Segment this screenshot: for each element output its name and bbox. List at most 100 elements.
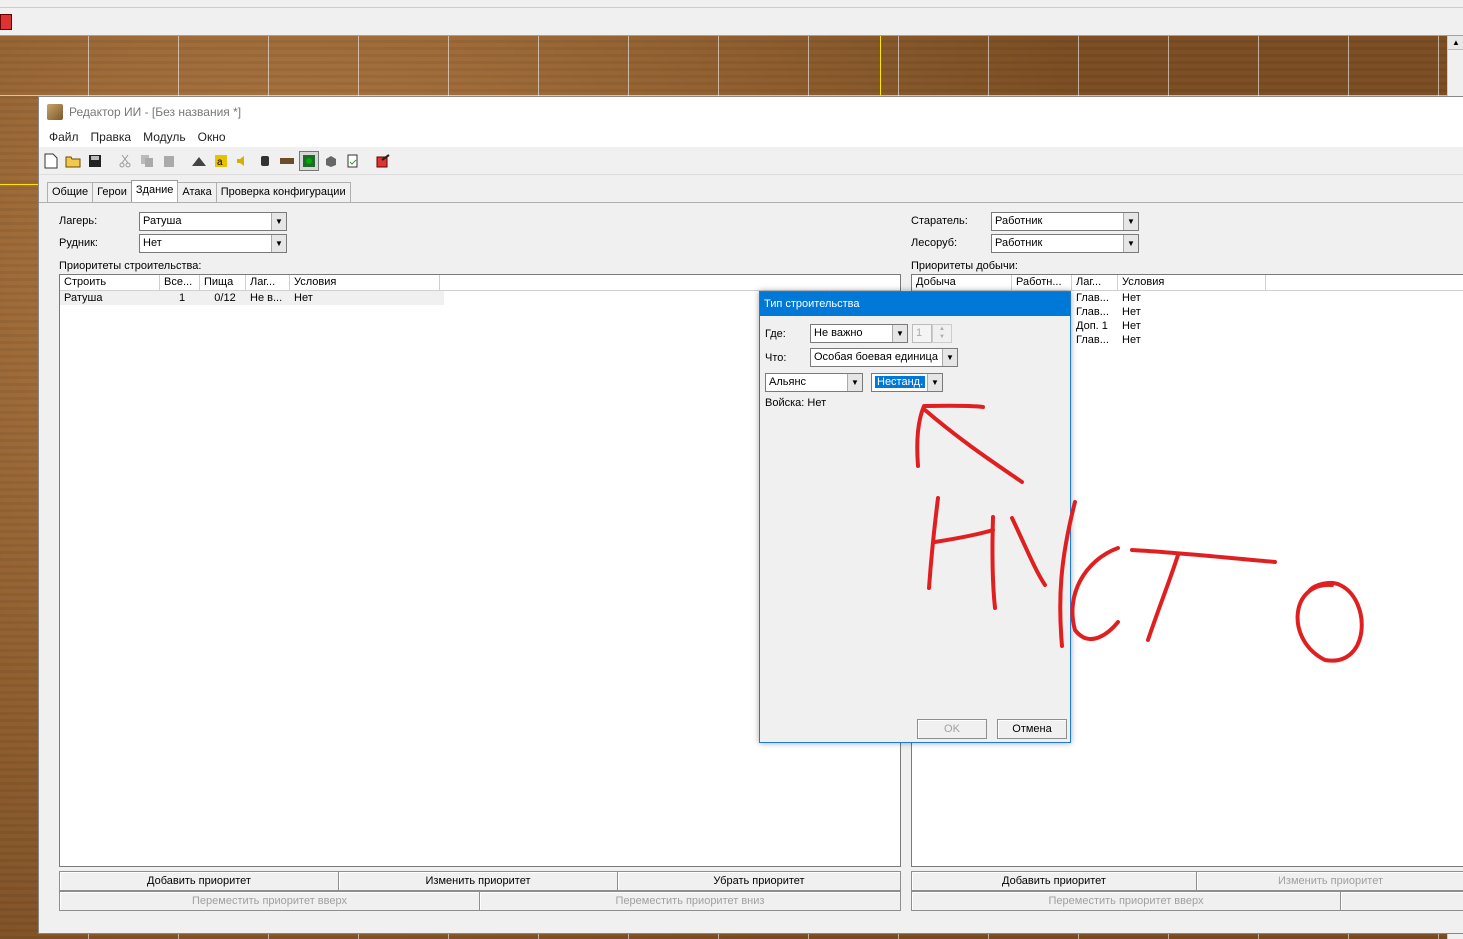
page-check-icon[interactable]	[343, 151, 363, 171]
app-icon	[47, 104, 63, 120]
mine-label: Рудник:	[59, 237, 98, 249]
map-yellow-line	[880, 36, 881, 96]
menu-window[interactable]: Окно	[192, 130, 232, 144]
paste-icon[interactable]	[159, 151, 179, 171]
unit-type-select[interactable]: Нестанд. ▼	[871, 373, 943, 392]
chevron-down-icon[interactable]: ▼	[1123, 213, 1138, 230]
cell-total: 1	[178, 292, 186, 304]
scroll-icon[interactable]	[277, 151, 297, 171]
chevron-down-icon[interactable]: ▼	[271, 213, 286, 230]
mine-select[interactable]: Нет ▼	[139, 234, 287, 253]
camp-select[interactable]: Ратуша ▼	[139, 212, 287, 231]
open-folder-icon[interactable]	[63, 151, 83, 171]
chevron-down-icon[interactable]: ▼	[271, 235, 286, 252]
new-file-icon[interactable]	[41, 151, 61, 171]
spin-value[interactable]: 1	[912, 324, 932, 343]
column-header[interactable]: Лаг...	[246, 275, 290, 290]
tab-config-check[interactable]: Проверка конфигурации	[215, 182, 351, 202]
chevron-down-icon[interactable]: ▼	[1123, 235, 1138, 252]
spin-down-icon[interactable]: ▼	[933, 333, 951, 341]
tab-heroes[interactable]: Герои	[92, 182, 132, 202]
add-priority-button[interactable]: Добавить приоритет	[59, 871, 339, 891]
save-disk-icon[interactable]	[85, 151, 105, 171]
chevron-down-icon[interactable]: ▼	[847, 374, 862, 391]
tab-strip: Общие Герои Здание Атака Проверка конфиг…	[47, 180, 351, 202]
scroll-up-icon[interactable]: ▲	[1448, 36, 1463, 50]
copy-icon[interactable]	[137, 151, 157, 171]
column-header[interactable]: Условия	[290, 275, 440, 290]
column-header[interactable]: Лаг...	[1072, 275, 1118, 290]
spin-buttons[interactable]: ▲ ▼	[932, 324, 952, 343]
gold-icon[interactable]: a	[211, 151, 231, 171]
mine-value: Нет	[143, 237, 162, 249]
move-priority-down-button[interactable]: Переместить приоритет вниз	[479, 891, 901, 911]
miner-select[interactable]: Работник ▼	[991, 212, 1139, 231]
building-tab-page: Лагерь: Ратуша ▼ Рудник: Нет ▼ Приоритет…	[39, 202, 1463, 935]
cell-camp: Глав...	[1076, 334, 1109, 346]
race-value: Альянс	[769, 376, 807, 388]
lumberjack-value: Работник	[995, 237, 1043, 249]
move-priority-up-button[interactable]: Переместить приоритет вверх	[59, 891, 480, 911]
title-bar[interactable]: Редактор ИИ - [Без названия *]	[39, 97, 1463, 127]
exit-icon[interactable]	[373, 151, 393, 171]
race-select[interactable]: Альянс ▼	[765, 373, 863, 392]
lumberjack-select[interactable]: Работник ▼	[991, 234, 1139, 253]
monster-icon[interactable]	[299, 150, 319, 171]
unit-type-value: Нестанд.	[875, 376, 926, 388]
cell-conditions: Нет	[1122, 306, 1141, 318]
column-header[interactable]: Добыча	[912, 275, 1012, 290]
ai-editor-window: Редактор ИИ - [Без названия *] Файл Прав…	[38, 96, 1463, 934]
build-priorities-label: Приоритеты строительства:	[59, 260, 202, 272]
column-header[interactable]: Условия	[1118, 275, 1266, 290]
dialog-title[interactable]: Тип строительства	[760, 292, 1070, 316]
what-select[interactable]: Особая боевая единица ▼	[810, 348, 958, 367]
sound-icon[interactable]	[233, 151, 253, 171]
menu-edit[interactable]: Правка	[85, 130, 138, 144]
move-gather-priority-down-button[interactable]	[1340, 891, 1463, 911]
toolbar-separator	[107, 151, 113, 171]
chevron-down-icon[interactable]: ▼	[892, 325, 907, 342]
svg-text:a: a	[217, 157, 223, 168]
toolbar: a	[39, 147, 1463, 175]
exit-icon[interactable]	[0, 14, 12, 30]
where-index-stepper[interactable]: 1 ▲ ▼	[912, 324, 952, 343]
edit-gather-priority-button[interactable]: Изменить приоритет	[1196, 871, 1463, 891]
move-gather-priority-up-button[interactable]: Переместить приоритет вверх	[911, 891, 1341, 911]
remove-priority-button[interactable]: Убрать приоритет	[617, 871, 901, 891]
chevron-down-icon[interactable]: ▼	[942, 349, 957, 366]
ok-button[interactable]: OK	[917, 719, 987, 739]
menu-file[interactable]: Файл	[43, 130, 85, 144]
cancel-button[interactable]: Отмена	[997, 719, 1067, 739]
list-header: Строить Все... Пища Лаг... Условия	[60, 275, 900, 291]
column-header[interactable]: Пища	[200, 275, 246, 290]
fist-icon[interactable]	[255, 151, 275, 171]
spin-up-icon[interactable]: ▲	[933, 325, 951, 333]
camp-value: Ратуша	[143, 215, 182, 227]
cut-icon[interactable]	[115, 151, 135, 171]
tab-general[interactable]: Общие	[47, 182, 94, 202]
tab-building[interactable]: Здание	[130, 180, 179, 202]
chevron-down-icon[interactable]: ▼	[927, 374, 942, 391]
tab-attack[interactable]: Атака	[177, 182, 217, 202]
menu-bar: Файл Правка Модуль Окно	[39, 127, 1463, 147]
column-header[interactable]: Все...	[160, 275, 200, 290]
toolbar-separator	[365, 151, 371, 171]
table-row[interactable]: Ратуша 1 0/12 Не в... Нет	[60, 291, 444, 305]
edit-priority-button[interactable]: Изменить приоритет	[338, 871, 618, 891]
add-gather-priority-button[interactable]: Добавить приоритет	[911, 871, 1197, 891]
what-label: Что:	[765, 352, 787, 364]
camp-label: Лагерь:	[59, 215, 98, 227]
outer-menubar	[0, 0, 1463, 8]
list-header: Добыча Работн... Лаг... Условия	[912, 275, 1463, 291]
menu-module[interactable]: Модуль	[137, 130, 192, 144]
column-header[interactable]: Строить	[60, 275, 160, 290]
cell-camp: Не в...	[250, 292, 283, 304]
window-title: Редактор ИИ - [Без названия *]	[69, 105, 242, 119]
cell-food: 0/12	[214, 292, 236, 304]
terrain-icon[interactable]	[189, 151, 209, 171]
column-header[interactable]: Работн...	[1012, 275, 1072, 290]
troops-text: Войска: Нет	[765, 397, 827, 409]
where-value: Не важно	[814, 327, 863, 339]
where-select[interactable]: Не важно ▼	[810, 324, 908, 343]
stone-icon[interactable]	[321, 151, 341, 171]
